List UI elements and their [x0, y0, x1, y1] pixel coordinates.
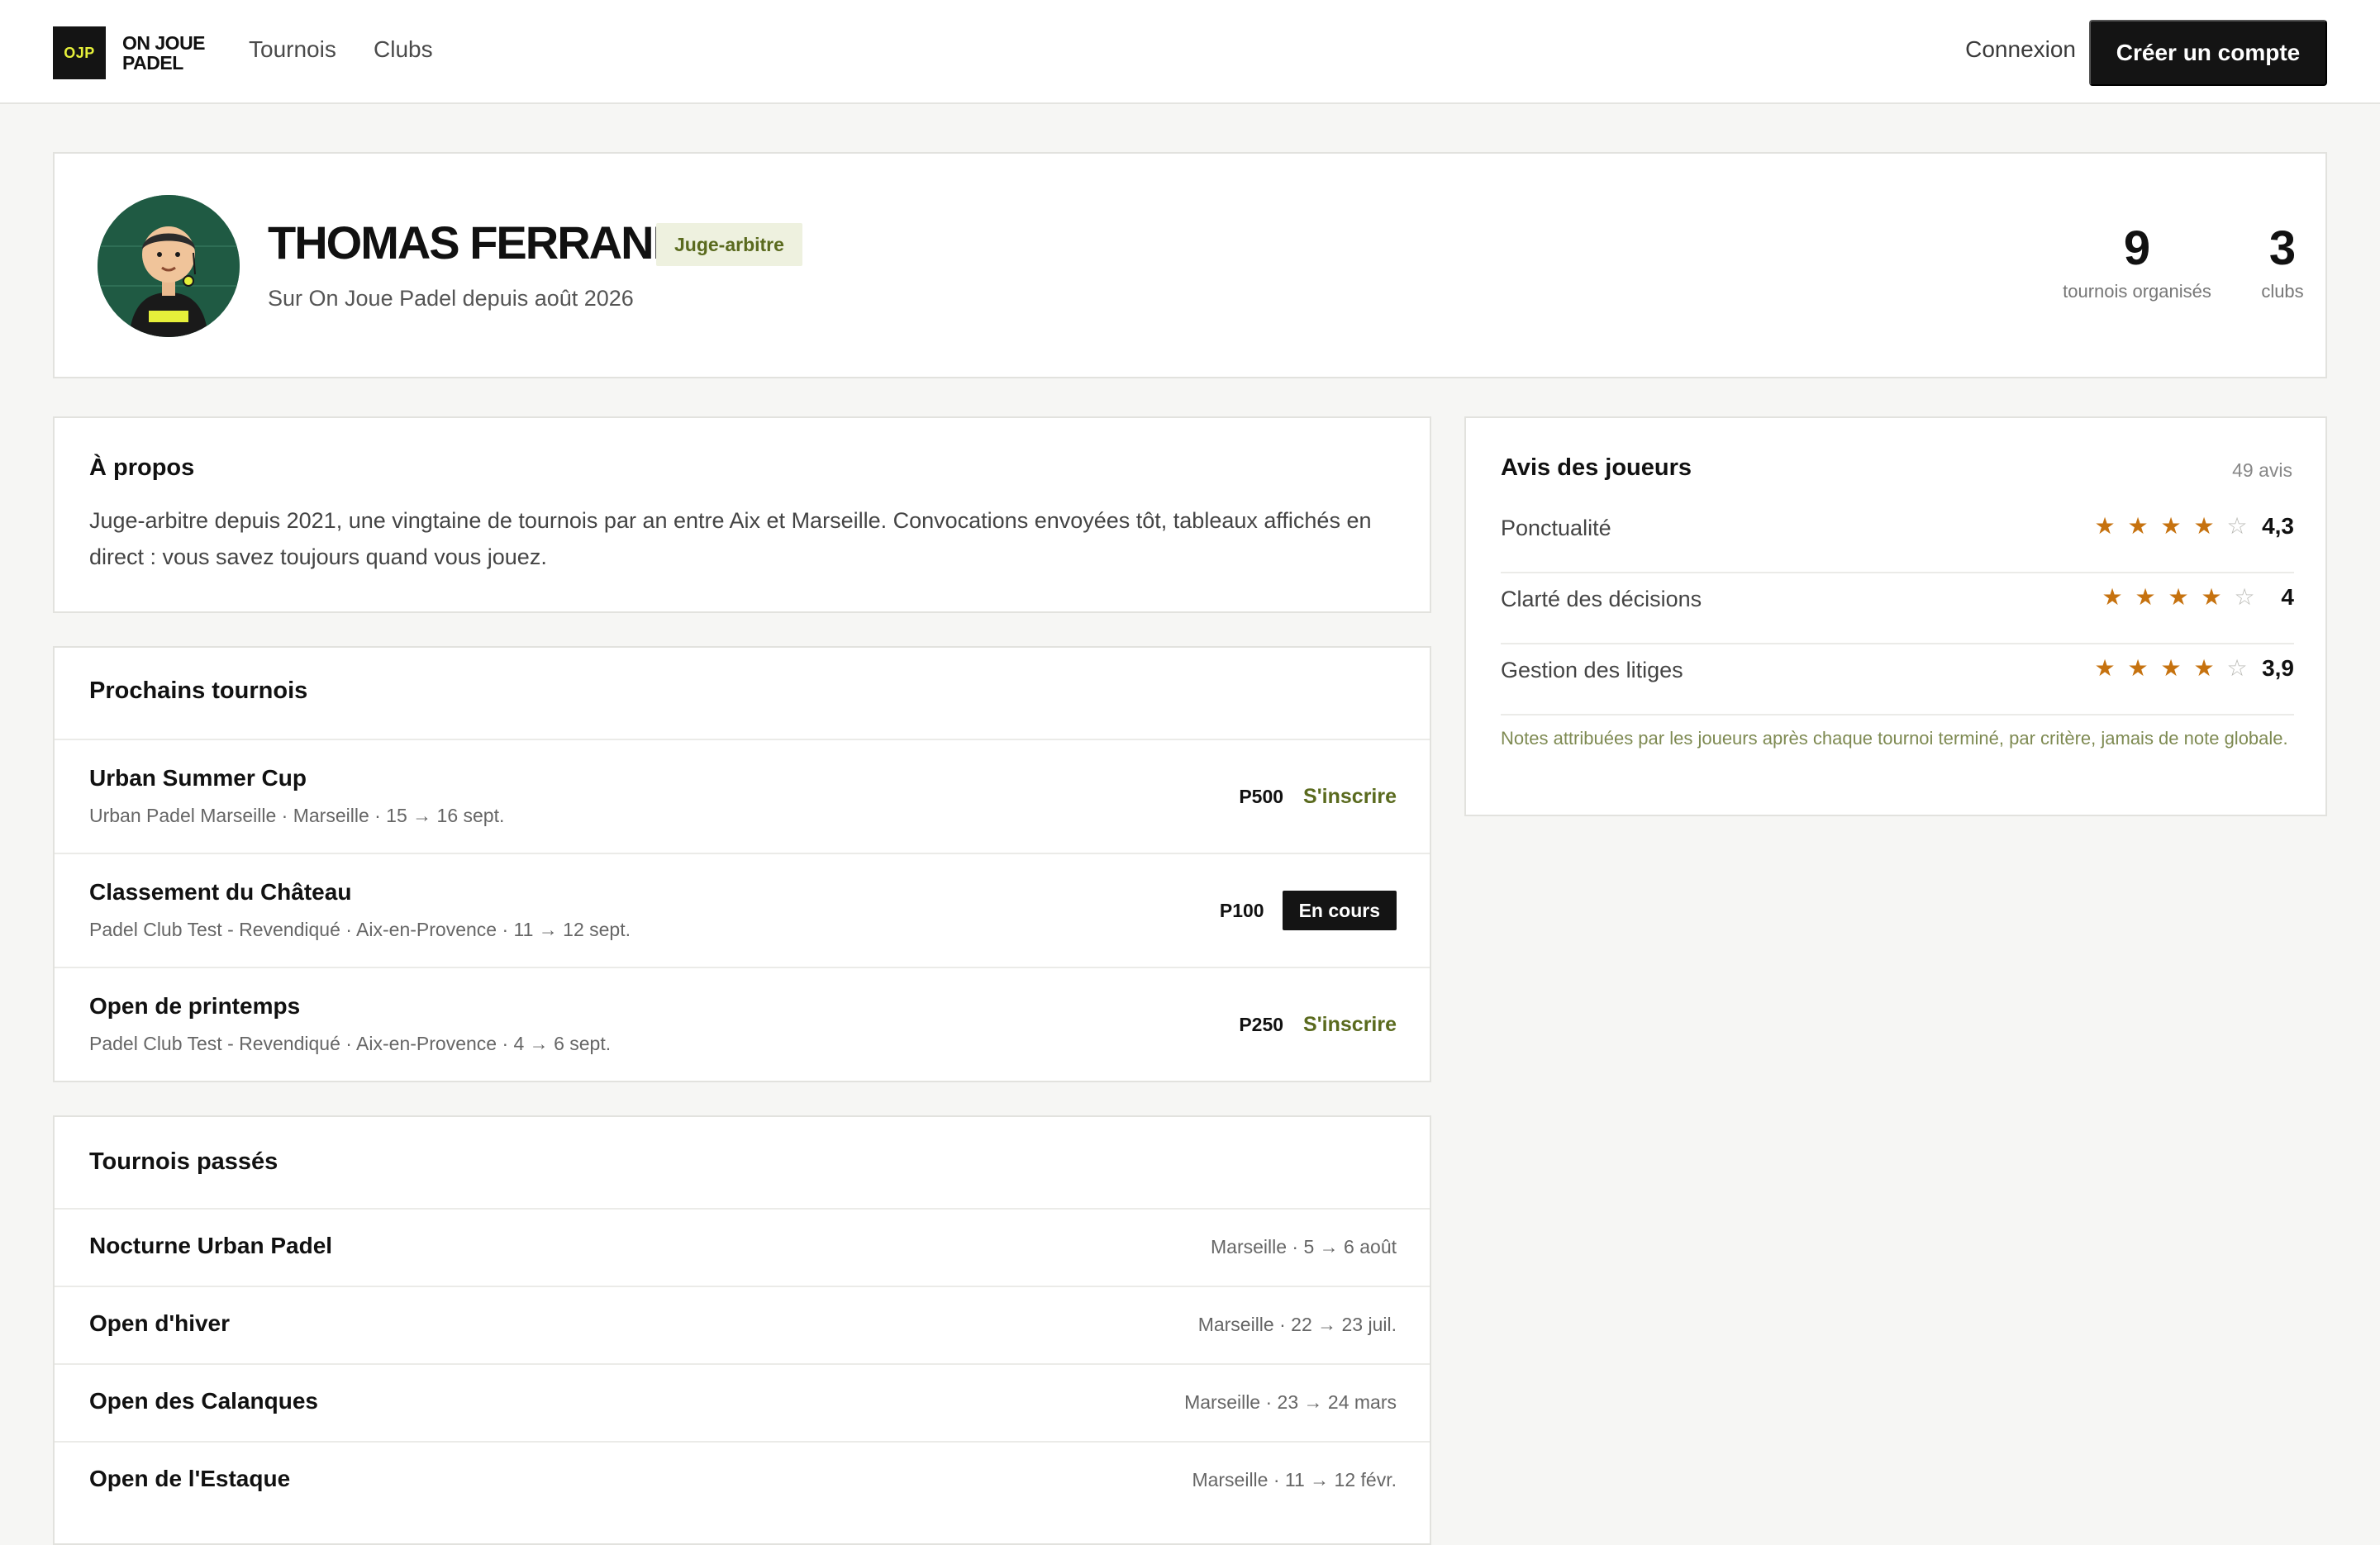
star-filled-icon: ★ — [2168, 584, 2189, 610]
tournament-name[interactable]: Urban Summer Cup — [89, 765, 307, 792]
about-card: À propos Juge-arbitre depuis 2021, une v… — [53, 416, 1431, 613]
past-tournament-row[interactable]: Nocturne Urban Padel Marseille · 5 → 6 a… — [55, 1210, 1430, 1287]
stat-tournois-organises: 9 tournois organisés — [2038, 223, 2236, 302]
tournament-meta: Marseille · 22 → 23 juil. — [1197, 1314, 1397, 1335]
criterion-score: 4 — [2281, 583, 2294, 610]
status-badge: En cours — [1282, 891, 1397, 930]
review-count: 49 avis — [2232, 459, 2292, 481]
stat-value: 3 — [2268, 221, 2297, 275]
star-filled-icon: ★ — [2160, 513, 2182, 539]
star-filled-icon: ★ — [2193, 655, 2215, 681]
stat-clubs: 3 clubs — [2259, 223, 2306, 302]
referee-avatar-illustration — [98, 195, 240, 337]
tournament-row[interactable]: Urban Summer Cup Urban Padel Marseille ·… — [55, 740, 1430, 853]
tournament-meta: Marseille · 5 → 6 août — [1211, 1236, 1397, 1257]
site-logo[interactable]: OJP ON JOUE PADEL — [53, 26, 206, 79]
tournament-level: P500 — [1239, 785, 1284, 807]
review-criterion-clarte: Clarté des décisions ★ ★ ★ ★ ☆ 4 — [1501, 573, 2294, 644]
tournament-name[interactable]: Open de printemps — [89, 993, 300, 1020]
tournament-name[interactable]: Open d'hiver — [89, 1310, 230, 1337]
logo-mark: OJP — [53, 26, 106, 79]
star-filled-icon: ★ — [2135, 584, 2156, 610]
criterion-rating: ★ ★ ★ ★ ☆ 3,9 — [2088, 654, 2295, 682]
past-tournament-row[interactable]: Open de l'Estaque Marseille · 11 → 12 fé… — [55, 1443, 1430, 1520]
tournament-meta: Marseille · 11 → 12 févr. — [1192, 1469, 1397, 1490]
tournament-name[interactable]: Open de l'Estaque — [89, 1466, 290, 1492]
member-since: Sur On Joue Padel depuis août 2026 — [268, 286, 634, 311]
criterion-rating: ★ ★ ★ ★ ☆ 4,3 — [2088, 512, 2295, 540]
login-link[interactable]: Connexion — [1965, 36, 2076, 63]
stat-value: 9 — [2123, 221, 2151, 275]
register-link[interactable]: S'inscrire — [1303, 785, 1397, 809]
star-filled-icon: ★ — [2102, 584, 2123, 610]
star-empty-icon: ☆ — [2226, 513, 2248, 539]
star-filled-icon: ★ — [2094, 655, 2116, 681]
criterion-label: Gestion des litiges — [1501, 658, 1683, 682]
tournament-meta: Urban Padel Marseille · Marseille · 15 →… — [89, 805, 505, 826]
star-filled-icon: ★ — [2127, 655, 2149, 681]
tournament-name[interactable]: Nocturne Urban Padel — [89, 1233, 332, 1259]
reviews-title: Avis des joueurs — [1501, 454, 1692, 481]
star-filled-icon: ★ — [2201, 584, 2222, 610]
about-text: Juge-arbitre depuis 2021, une vingtaine … — [89, 508, 1372, 569]
signup-button[interactable]: Créer un compte — [2089, 20, 2327, 86]
role-badge: Juge-arbitre — [656, 223, 802, 266]
tournament-row[interactable]: Classement du Château Padel Club Test - … — [55, 854, 1430, 967]
review-criterion-ponctualite: Ponctualité ★ ★ ★ ★ ☆ 4,3 — [1501, 502, 2294, 573]
review-criterion-litiges: Gestion des litiges ★ ★ ★ ★ ☆ 3,9 — [1501, 644, 2294, 715]
upcoming-title: Prochains tournois — [89, 677, 308, 704]
tournament-level: P250 — [1239, 1013, 1284, 1035]
criterion-label: Ponctualité — [1501, 516, 1611, 540]
past-tournament-row[interactable]: Open d'hiver Marseille · 22 → 23 juil. — [55, 1287, 1430, 1365]
star-filled-icon: ★ — [2193, 513, 2215, 539]
nav-link-clubs[interactable]: Clubs — [374, 36, 433, 63]
logo-wordmark: ON JOUE PADEL — [122, 32, 206, 74]
profile-card: THOMAS FERRAND Juge-arbitre Sur On Joue … — [53, 152, 2327, 378]
upcoming-tournaments-card: Prochains tournois Urban Summer Cup Urba… — [53, 646, 1431, 1082]
stat-label: tournois organisés — [2063, 281, 2211, 302]
logo-line-2: PADEL — [122, 52, 183, 74]
reviews-footnote: Notes attribuées par les joueurs après c… — [1501, 728, 2288, 749]
tournament-actions: P500 S'inscrire — [1239, 777, 1397, 816]
tournament-row[interactable]: Open de printemps Padel Club Test - Reve… — [55, 968, 1430, 1081]
logo-line-1: ON JOUE — [122, 32, 206, 54]
tournament-meta: Padel Club Test - Revendiqué · Aix-en-Pr… — [89, 1033, 612, 1054]
tournament-level: P100 — [1219, 899, 1264, 921]
star-filled-icon: ★ — [2160, 655, 2182, 681]
tournament-name[interactable]: Open des Calanques — [89, 1388, 318, 1414]
player-reviews-card: Avis des joueurs 49 avis Ponctualité ★ ★… — [1464, 416, 2327, 816]
nav-link-tournois[interactable]: Tournois — [249, 36, 336, 63]
about-title: À propos — [89, 454, 195, 481]
tournament-name[interactable]: Classement du Château — [89, 879, 351, 906]
profile-name: THOMAS FERRAND — [268, 216, 686, 269]
star-empty-icon: ☆ — [2226, 655, 2248, 681]
star-filled-icon: ★ — [2094, 513, 2116, 539]
criterion-score: 3,9 — [2262, 654, 2294, 681]
tournament-meta: Marseille · 23 → 24 mars — [1184, 1391, 1397, 1413]
avatar — [98, 195, 240, 337]
register-link[interactable]: S'inscrire — [1303, 1013, 1397, 1037]
criterion-score: 4,3 — [2262, 512, 2294, 539]
tournament-actions: P250 S'inscrire — [1239, 1005, 1397, 1044]
past-title: Tournois passés — [89, 1148, 278, 1175]
criterion-rating: ★ ★ ★ ★ ☆ 4 — [2096, 583, 2294, 611]
tournament-actions: P100 En cours — [1220, 891, 1397, 930]
tournament-meta: Padel Club Test - Revendiqué · Aix-en-Pr… — [89, 919, 631, 940]
criterion-label: Clarté des décisions — [1501, 587, 1702, 611]
stat-label: clubs — [2261, 281, 2304, 302]
divider — [1501, 714, 2294, 715]
past-tournament-row[interactable]: Open des Calanques Marseille · 23 → 24 m… — [55, 1365, 1430, 1443]
star-empty-icon: ☆ — [2234, 584, 2255, 610]
past-tournaments-card: Tournois passés Nocturne Urban Padel Mar… — [53, 1115, 1431, 1545]
star-filled-icon: ★ — [2127, 513, 2149, 539]
top-navigation-bar: OJP ON JOUE PADEL Tournois Clubs Connexi… — [0, 0, 2380, 104]
